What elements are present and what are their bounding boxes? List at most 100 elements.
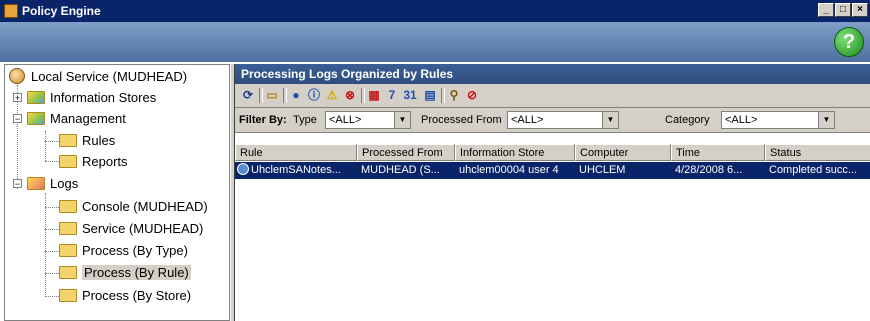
title-bar: Policy Engine _ □ ×	[0, 0, 870, 22]
warning-icon[interactable]: ⚠	[323, 87, 341, 104]
column-header-status[interactable]: Status	[765, 144, 870, 161]
maximize-button[interactable]: □	[835, 3, 851, 17]
collapse-icon[interactable]: −	[13, 179, 22, 189]
tree-line	[45, 251, 59, 252]
column-header-computer[interactable]: Computer	[575, 144, 671, 161]
tree-item-label: Process (By Type)	[82, 243, 188, 258]
type-label: Type	[293, 114, 317, 126]
tree-line	[45, 273, 59, 274]
tree-item-logs[interactable]: Logs	[27, 174, 78, 194]
column-header-time[interactable]: Time	[671, 144, 765, 161]
open-folder-icon[interactable]: ▭	[263, 87, 281, 104]
tree-item-label: Rules	[82, 133, 116, 148]
refresh-icon[interactable]: ⟳	[239, 87, 257, 104]
service-icon	[9, 68, 25, 84]
tree-line	[45, 296, 59, 297]
column-header-rule[interactable]: Rule	[235, 144, 357, 161]
tree-item-label: Management	[50, 111, 126, 126]
folder-icon	[59, 266, 77, 279]
tree-item-label: Console (MUDHEAD)	[82, 199, 208, 214]
calendar-7-icon[interactable]: 7	[383, 87, 401, 104]
navigation-tree: Local Service (MUDHEAD) + Information St…	[4, 64, 230, 321]
help-button[interactable]: ?	[834, 27, 864, 57]
tree-item-process-by-rule[interactable]: Process (By Rule)	[59, 263, 191, 283]
table-row[interactable]: UhclemSANotes... MUDHEAD (S... uhclem000…	[235, 162, 870, 179]
table-cell: UhclemSANotes...	[235, 162, 357, 179]
tree-item-label: Process (By Store)	[82, 288, 192, 303]
tree-item-process-by-store[interactable]: Process (By Store)	[59, 286, 191, 306]
processed-from-value: <ALL>	[511, 114, 544, 126]
tree-item-rules[interactable]: Rules	[59, 131, 115, 151]
info-outline-icon[interactable]: ⓘ	[305, 87, 323, 104]
tree-line	[45, 207, 59, 208]
table-cell: UHCLEM	[579, 164, 626, 176]
tree-item-reports[interactable]: Reports	[59, 152, 128, 172]
minimize-button[interactable]: _	[818, 3, 834, 17]
filter-bar: Filter By: Type <ALL> ▼ Processed From <…	[235, 108, 870, 133]
tree-item-information-stores[interactable]: Information Stores	[27, 88, 156, 108]
folder-open-icon	[27, 177, 45, 190]
window-title: Policy Engine	[22, 4, 101, 18]
tree-line	[45, 131, 46, 161]
category-select[interactable]: <ALL> ▼	[721, 111, 835, 129]
chevron-down-icon[interactable]: ▼	[394, 112, 410, 128]
processed-from-label: Processed From	[421, 114, 502, 126]
search-stop-icon[interactable]: ⊘	[463, 87, 481, 104]
calendar-31-icon[interactable]: 31	[401, 87, 419, 104]
table-cell: Completed succ...	[769, 164, 858, 176]
folder-icon	[59, 222, 77, 235]
tree-item-label: Service (MUDHEAD)	[82, 221, 204, 236]
folder-icon	[59, 244, 77, 257]
tree-item-label: Logs	[50, 176, 79, 191]
tree-item-label: Information Stores	[50, 90, 157, 105]
processed-from-select[interactable]: <ALL> ▼	[507, 111, 619, 129]
column-header-information-store[interactable]: Information Store	[455, 144, 575, 161]
folder-icon	[59, 134, 77, 147]
info-icon	[237, 163, 249, 175]
table-cell: MUDHEAD (S...	[361, 164, 440, 176]
tree-item-label: Process (By Rule)	[82, 265, 191, 280]
log-table: Rule Processed From Information Store Co…	[235, 144, 870, 321]
table-header: Rule Processed From Information Store Co…	[235, 144, 870, 161]
category-value: <ALL>	[725, 114, 758, 126]
filter-label: Filter By:	[239, 114, 287, 126]
tree-item-process-by-type[interactable]: Process (By Type)	[59, 241, 188, 261]
tree-item-root[interactable]: Local Service (MUDHEAD)	[9, 67, 187, 87]
tree-line	[45, 141, 59, 142]
folder-icon	[59, 200, 77, 213]
pane-title: Processing Logs Organized by Rules	[235, 64, 870, 84]
search-icon[interactable]: ⚲	[445, 87, 463, 104]
logs-pane: Processing Logs Organized by Rules ⟳ ▭ ●…	[234, 64, 870, 321]
folder-icon	[59, 155, 77, 168]
close-button[interactable]: ×	[852, 3, 868, 17]
expand-icon[interactable]: +	[13, 93, 22, 103]
tree-item-label: Local Service (MUDHEAD)	[31, 69, 188, 84]
type-select[interactable]: <ALL> ▼	[325, 111, 411, 129]
folder-icon	[59, 289, 77, 302]
tree-item-management[interactable]: Management	[27, 109, 126, 129]
error-icon[interactable]: ⊗	[341, 87, 359, 104]
tree-line	[45, 193, 46, 297]
tree-item-console[interactable]: Console (MUDHEAD)	[59, 197, 208, 217]
folder-icon	[27, 91, 45, 104]
category-label: Category	[665, 114, 710, 126]
chevron-down-icon[interactable]: ▼	[818, 112, 834, 128]
collapse-icon[interactable]: −	[13, 114, 22, 124]
calendar-all-icon[interactable]: ▤	[421, 87, 439, 104]
tree-item-service[interactable]: Service (MUDHEAD)	[59, 219, 203, 239]
table-cell: 4/28/2008 6...	[675, 164, 743, 176]
header-banner: ?	[0, 22, 870, 62]
chevron-down-icon[interactable]: ▼	[602, 112, 618, 128]
cell-text: UhclemSANotes...	[251, 164, 341, 176]
tree-item-label: Reports	[82, 154, 128, 169]
tree-line	[45, 229, 59, 230]
calendar-today-icon[interactable]: ▦	[365, 87, 383, 104]
table-cell: uhclem00004 user 4	[459, 164, 559, 176]
folder-open-icon	[27, 112, 45, 125]
info-icon[interactable]: ●	[287, 87, 305, 104]
column-header-processed-from[interactable]: Processed From	[357, 144, 455, 161]
app-icon	[4, 4, 18, 18]
tree-line	[45, 161, 59, 162]
type-value: <ALL>	[329, 114, 362, 126]
toolbar: ⟳ ▭ ● ⓘ ⚠ ⊗ ▦ 7 31 ▤ ⚲ ⊘	[235, 84, 870, 108]
